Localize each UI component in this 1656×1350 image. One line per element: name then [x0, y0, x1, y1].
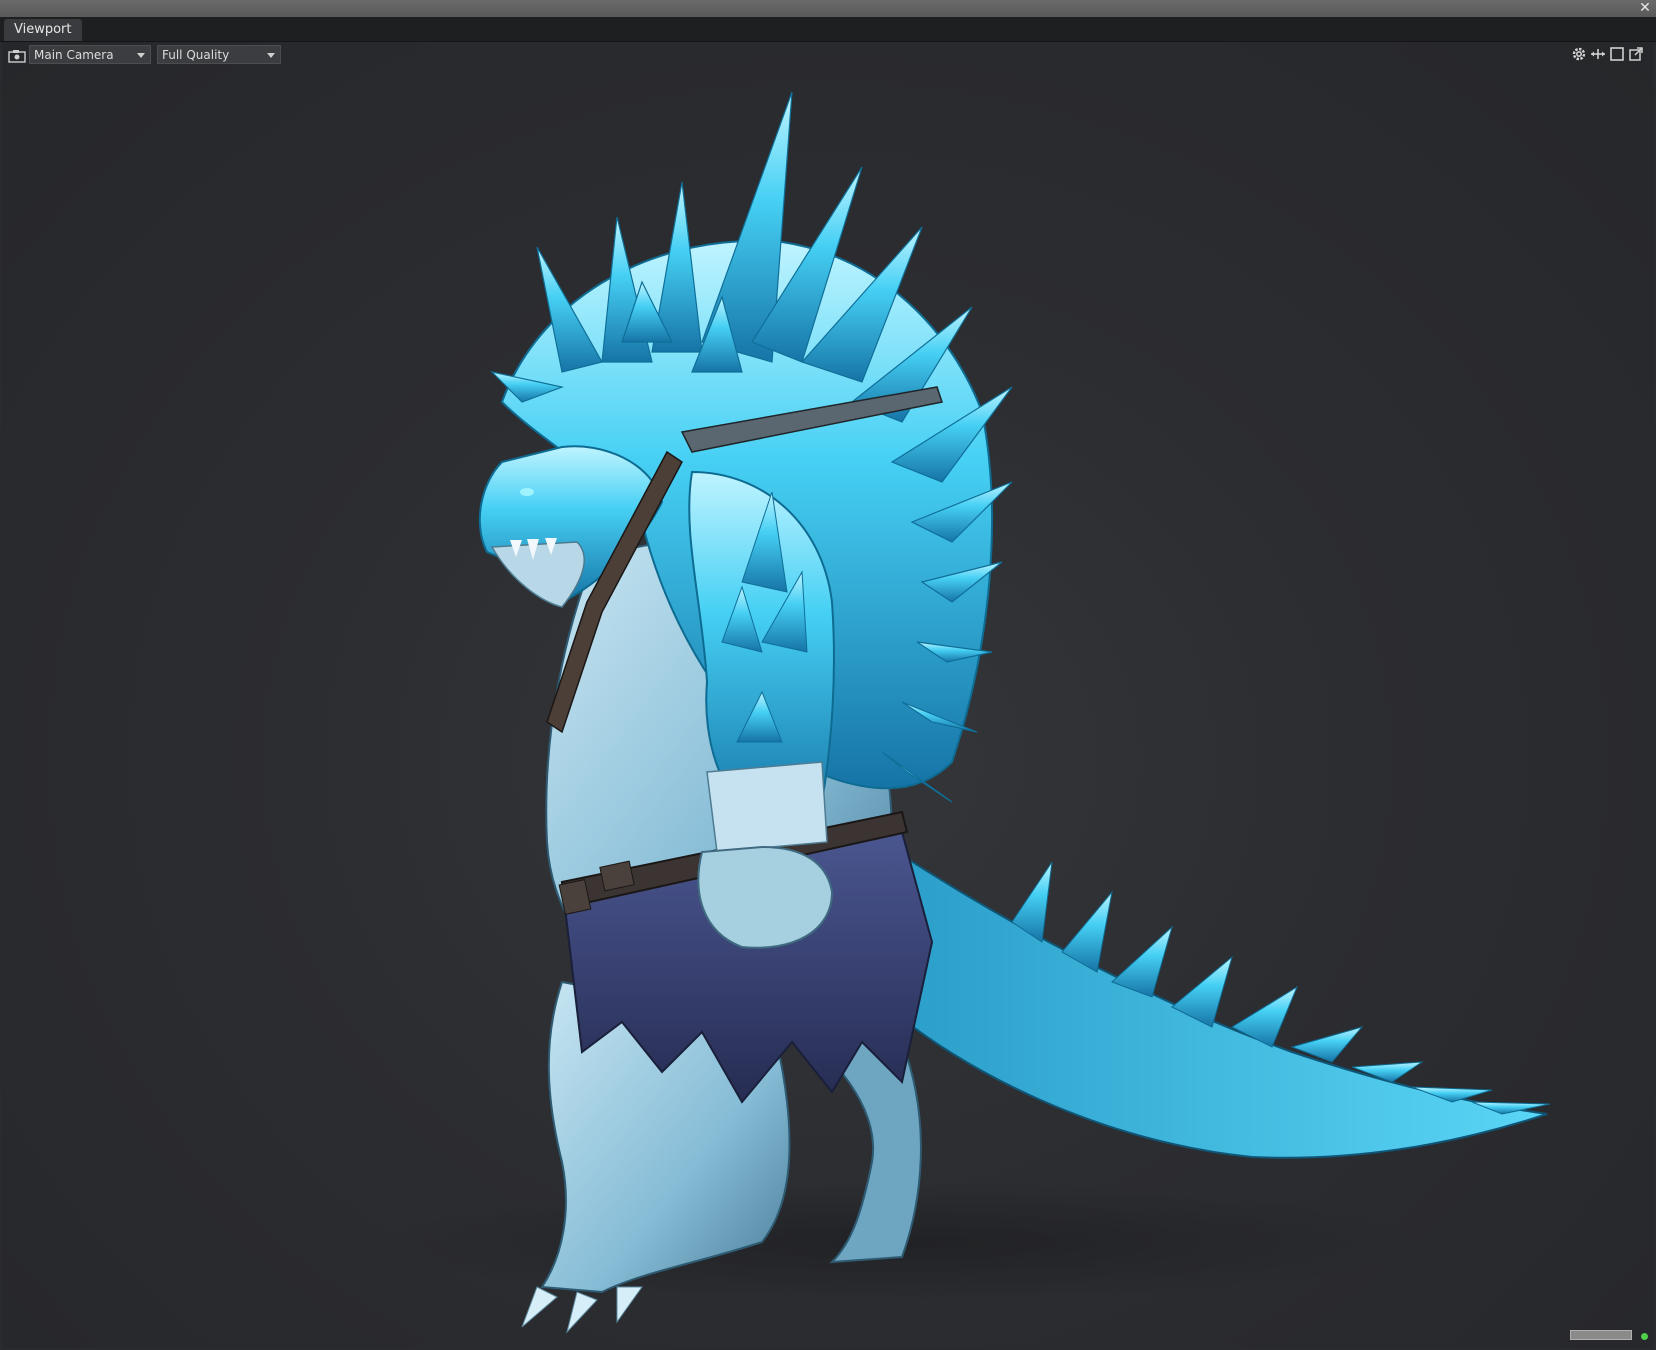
creature-model	[382, 91, 1551, 1334]
popout-icon[interactable]	[1627, 45, 1645, 63]
gear-icon[interactable]	[1570, 45, 1588, 63]
chevron-down-icon	[137, 53, 145, 58]
camera-icon[interactable]	[8, 48, 26, 64]
camera-select-value: Main Camera	[34, 48, 114, 62]
tab-bar: Viewport	[0, 17, 1656, 42]
camera-select[interactable]: Main Camera	[29, 45, 151, 64]
viewport-toolbar: Main Camera Full Quality	[2, 42, 1654, 70]
quality-select-value: Full Quality	[162, 48, 230, 62]
status-progress-bar	[1570, 1330, 1632, 1340]
maximize-icon[interactable]	[1608, 45, 1626, 63]
tab-viewport[interactable]: Viewport	[4, 19, 82, 41]
chevron-down-icon	[267, 53, 275, 58]
viewport-canvas[interactable]: Main Camera Full Quality	[2, 42, 1654, 1348]
status-indicator-dot	[1641, 1333, 1648, 1340]
window-titlebar: ✕	[0, 0, 1656, 17]
close-window-button[interactable]: ✕	[1638, 0, 1652, 17]
move-icon[interactable]	[1589, 45, 1607, 63]
quality-select[interactable]: Full Quality	[157, 45, 281, 64]
